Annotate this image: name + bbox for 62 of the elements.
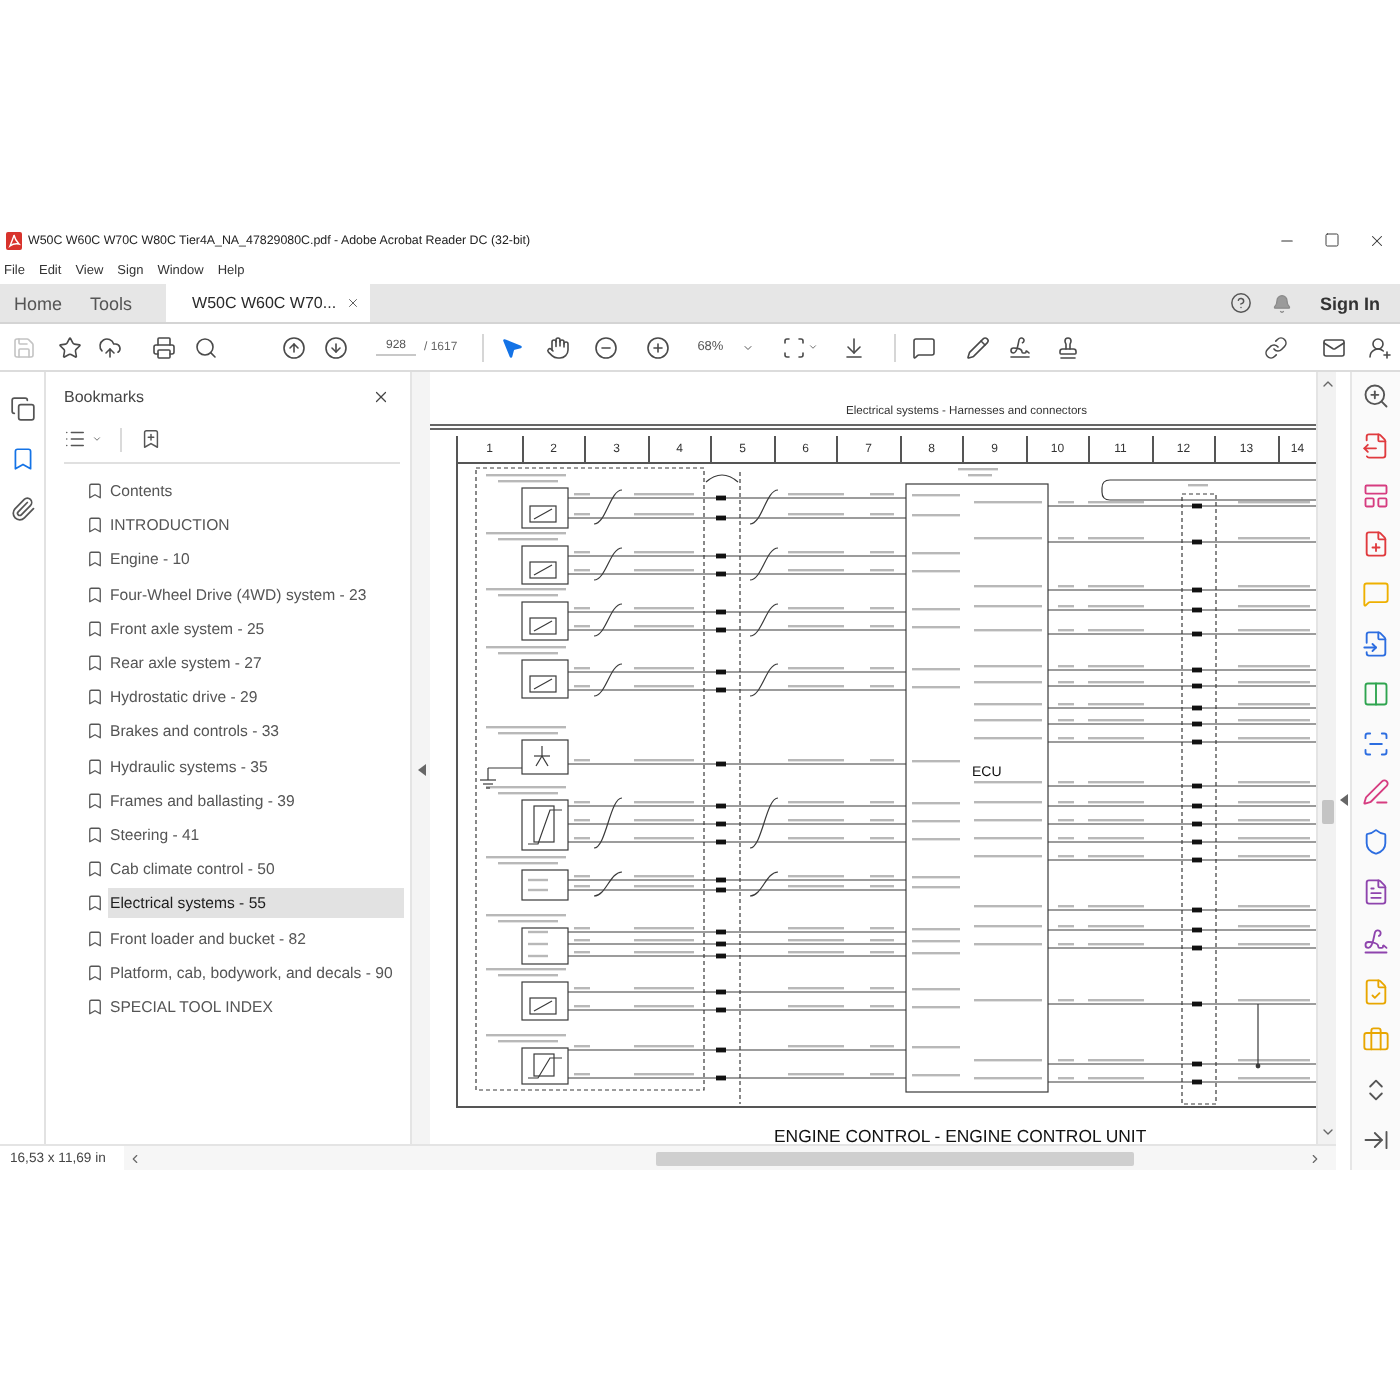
help-icon[interactable] bbox=[1230, 292, 1252, 314]
tab[interactable]: Home bbox=[0, 284, 77, 322]
columns-icon[interactable] bbox=[1362, 679, 1390, 708]
vertical-scrollbar[interactable] bbox=[1316, 372, 1336, 1144]
scroll-up-icon[interactable] bbox=[1319, 376, 1335, 392]
scroll-left-icon[interactable] bbox=[128, 1151, 142, 1165]
caret-icon[interactable] bbox=[92, 434, 102, 444]
scan-icon[interactable] bbox=[1362, 729, 1390, 758]
tab[interactable]: W50C W60C W70... bbox=[166, 284, 371, 322]
stamp-icon[interactable] bbox=[1055, 335, 1080, 359]
close-icon[interactable] bbox=[1368, 231, 1386, 249]
collapse-panel-icon[interactable] bbox=[1362, 1125, 1390, 1154]
caret-icon[interactable] bbox=[807, 342, 818, 352]
hand-icon[interactable] bbox=[545, 335, 570, 359]
collapse-arrow-icon[interactable] bbox=[417, 764, 425, 776]
pen-icon[interactable] bbox=[1362, 778, 1390, 807]
signature-icon[interactable] bbox=[1007, 335, 1032, 359]
pages-icon[interactable] bbox=[9, 396, 35, 422]
file-export-icon[interactable] bbox=[1362, 431, 1390, 460]
zoom-in-icon[interactable] bbox=[1362, 382, 1390, 410]
next-page-icon[interactable] bbox=[324, 335, 348, 359]
bookmark-icon[interactable] bbox=[9, 446, 35, 472]
link-icon[interactable] bbox=[1264, 335, 1288, 359]
previous-page-icon[interactable] bbox=[282, 335, 306, 359]
page-layout-icon[interactable] bbox=[1362, 481, 1390, 510]
panel-title: Bookmarks bbox=[64, 387, 145, 405]
file-input-icon[interactable] bbox=[1362, 629, 1390, 658]
pointer-icon[interactable] bbox=[499, 335, 524, 359]
scroll-right-icon[interactable] bbox=[1308, 1151, 1322, 1165]
zoom-in-icon[interactable] bbox=[645, 335, 670, 359]
scroll-mode-icon[interactable] bbox=[841, 335, 866, 359]
scrollbar-thumb[interactable] bbox=[656, 1151, 1134, 1165]
caret-icon bbox=[741, 341, 754, 353]
comment-icon[interactable] bbox=[911, 335, 936, 359]
scroll-down-icon[interactable] bbox=[1319, 1124, 1335, 1140]
close-icon[interactable] bbox=[346, 296, 361, 310]
bell-icon[interactable] bbox=[1272, 293, 1292, 313]
document-icon[interactable] bbox=[1362, 877, 1390, 906]
file-plus-icon[interactable] bbox=[1362, 530, 1390, 559]
upload-icon[interactable] bbox=[98, 335, 122, 359]
file-check-icon[interactable] bbox=[1362, 977, 1390, 1006]
paperclip-icon[interactable] bbox=[9, 496, 35, 522]
diagram-title: ENGINE CONTROL - ENGINE CONTROL UNIT bbox=[774, 1126, 1147, 1144]
shield-icon[interactable] bbox=[1362, 828, 1390, 857]
maximize-icon[interactable] bbox=[1324, 232, 1340, 248]
user-icon[interactable] bbox=[1368, 335, 1392, 359]
bookmark-add-icon[interactable] bbox=[140, 428, 162, 450]
sign-in-button[interactable]: Sign In bbox=[1320, 293, 1380, 313]
collapse-arrow-icon[interactable] bbox=[1339, 794, 1347, 806]
pencil-icon[interactable] bbox=[965, 335, 990, 359]
tab[interactable]: Tools bbox=[76, 284, 147, 322]
fit-page-icon[interactable] bbox=[781, 335, 806, 359]
close-icon[interactable] bbox=[372, 387, 390, 405]
signature-icon[interactable] bbox=[1362, 927, 1390, 956]
print-icon[interactable] bbox=[152, 335, 176, 359]
star-icon[interactable] bbox=[58, 335, 82, 359]
horizontal-scrollbar[interactable] bbox=[124, 1146, 1336, 1170]
scrollbar-thumb[interactable] bbox=[1321, 800, 1333, 824]
pdf-file-icon bbox=[6, 231, 22, 249]
mail-icon[interactable] bbox=[1322, 335, 1346, 359]
search-icon[interactable] bbox=[194, 335, 218, 359]
zoom-out-icon[interactable] bbox=[593, 335, 618, 359]
